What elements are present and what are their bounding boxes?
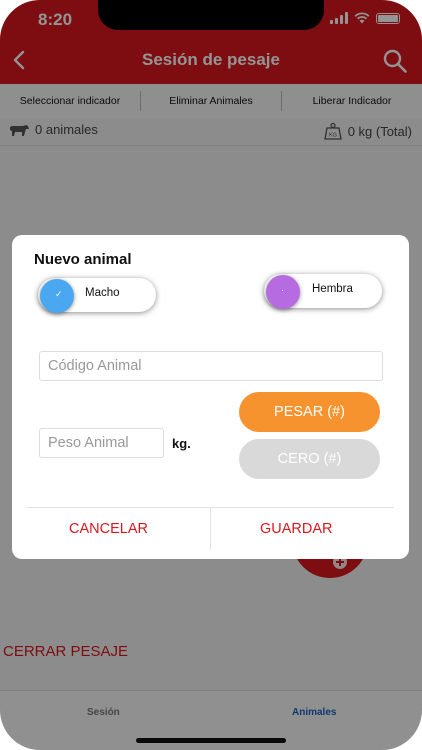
male-radio-knob: ✓ — [40, 279, 74, 313]
animal-weight-input[interactable]: Peso Animal — [39, 428, 164, 458]
dialog-button-divider — [210, 508, 211, 550]
save-button[interactable]: GUARDAR — [260, 521, 333, 537]
cancel-button[interactable]: CANCELAR — [69, 521, 148, 537]
female-radio-knob: · — [266, 275, 300, 309]
phone-screen: 8:20 Sesión de pesaje Seleccionar indica… — [0, 0, 422, 750]
weigh-button[interactable]: PESAR (#) — [239, 392, 380, 432]
male-check-icon: ✓ — [55, 289, 63, 299]
weight-unit-label: kg. — [172, 436, 191, 451]
dialog-title: Nuevo animal — [34, 251, 132, 268]
new-animal-dialog: Nuevo animal ✓ Macho · Hembra Código Ani… — [12, 235, 409, 559]
female-toggle[interactable]: · Hembra — [264, 274, 382, 309]
male-label: Macho — [85, 287, 120, 299]
zero-button[interactable]: CERO (#) — [239, 439, 380, 479]
male-toggle[interactable]: ✓ Macho — [38, 278, 156, 313]
female-label: Hembra — [312, 283, 353, 295]
female-dot-icon: · — [281, 285, 284, 295]
animal-code-input[interactable]: Código Animal — [39, 351, 383, 381]
